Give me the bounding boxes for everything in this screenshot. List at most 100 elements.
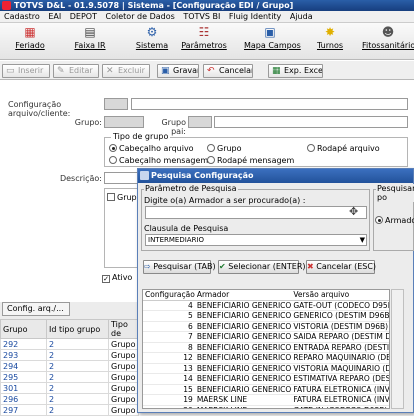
result-row[interactable]: 8 BENEFICIARIO GENERICO ENTRADA REPARO (DE… — [143, 342, 389, 353]
grupo-field[interactable] — [104, 116, 144, 128]
toolbar-faixa-ir-button[interactable]: ▤ Faixa IR — [64, 25, 116, 50]
cell-tipo: Grupo — [108, 404, 139, 416]
cell-tipo: Grupo — [108, 349, 139, 361]
cell-grupo: 292 — [0, 338, 47, 350]
menu-ajuda[interactable]: Ajuda — [290, 12, 313, 21]
main-toolbar: ▦ Feriado ▤ Faixa IR ⚙ Sistema ☷ Parâmet… — [0, 23, 414, 60]
grupo-pai-code-field[interactable] — [188, 116, 212, 128]
result-row[interactable]: 15 BENEFICIARIO GENERICO FATURA ELETRONICA… — [143, 384, 389, 395]
exp-excel-button[interactable]: ▦ Exp. Excel — [268, 64, 323, 78]
results-scrollbar[interactable] — [391, 289, 404, 409]
radio-armador[interactable]: Armador — [375, 216, 414, 225]
result-row[interactable]: 19MAERSK LINEFATURA ELETRONICA (INVOIC D — [143, 394, 389, 406]
search-by-group: Pesquisar po Armador — [373, 184, 414, 251]
menu-fluig-identity[interactable]: Fluig Identity — [229, 12, 281, 21]
menu-totvs-bi[interactable]: TOTVS BI — [183, 12, 220, 21]
map-icon: ▣ — [264, 25, 276, 39]
result-cell-armador: BENEFICIARIO GENERICO — [194, 384, 292, 395]
cell-grupo: 295 — [0, 371, 47, 383]
result-cell-armador: BENEFICIARIO GENERICO — [194, 300, 292, 311]
table-row[interactable]: 301 2 Grupo — [0, 382, 139, 394]
undo-icon: ↶ — [207, 66, 215, 76]
table-row[interactable]: 297 2 Grupo — [0, 404, 139, 416]
result-row[interactable]: 4 BENEFICIARIO GENERICO GATE-OUT (CODECO D… — [143, 300, 389, 311]
menu-coletor-de-dados[interactable]: Coletor de Dados — [106, 12, 175, 21]
window-title: TOTVS D&L - 01.9.5078 | Sistema - [Confi… — [14, 1, 294, 10]
excluir-button[interactable]: ✕ Excluir — [102, 64, 150, 78]
insert-icon: ▭ — [6, 66, 15, 76]
selecionar-button[interactable]: ✔ Selecionar (ENTER) — [218, 260, 306, 274]
result-cell-versao: ENTRADA REPARO (DESTIM D96B) — [291, 342, 389, 353]
result-row[interactable]: 14 BENEFICIARIO GENERICO ESTIMATIVA REPARO… — [143, 373, 389, 385]
column-header-grupo[interactable]: Grupo — [0, 319, 47, 339]
editar-button[interactable]: ✎ Editar — [53, 64, 99, 78]
cancelar-dialog-button[interactable]: ✖ Cancelar (ESC) — [306, 260, 376, 274]
window-title-bar: TOTVS D&L - 01.9.5078 | Sistema - [Confi… — [0, 0, 414, 11]
table-row[interactable]: 295 2 Grupo — [0, 371, 139, 383]
cell-grupo: 297 — [0, 404, 47, 416]
menu-cadastro[interactable]: Cadastro — [4, 12, 40, 21]
result-row[interactable]: 12 BENEFICIARIO GENERICO REPARO MAQUINARIO… — [143, 352, 389, 364]
column-header-configuracao[interactable]: Configuração — [143, 290, 195, 301]
pesquisar-button[interactable]: ⇨ Pesquisar (TAB) — [143, 260, 216, 274]
search-input[interactable] — [145, 206, 367, 219]
cancelar-button[interactable]: ↶ Cancelar — [203, 64, 253, 78]
toolbar-fitossanitario-button[interactable]: ☻ Fitossanitário — [362, 25, 414, 50]
radio-rodape-mensagem[interactable]: Rodapé mensagem — [207, 156, 294, 165]
result-row[interactable]: 20MAERSK LINEGATE-IN (CODECO D95B) — [143, 405, 389, 408]
toolbar-sistema-button[interactable]: ⚙ Sistema — [126, 25, 178, 50]
clause-select[interactable]: INTERMEDIARIO ▼ — [145, 234, 367, 246]
cell-tipo: Grupo — [108, 371, 139, 383]
radio-grupo[interactable]: Grupo — [207, 144, 242, 153]
toolbar-turnos-button[interactable]: ✸ Turnos — [304, 25, 356, 50]
inserir-button[interactable]: ▭ Inserir — [2, 64, 50, 78]
menu-depot[interactable]: DEPOT — [70, 12, 97, 21]
tipo-grupo-title: Tipo de grupo — [111, 132, 171, 141]
menu-eai[interactable]: EAI — [48, 12, 61, 21]
column-header-id-tipo-grupo[interactable]: Id tipo grupo — [46, 319, 109, 339]
table-row[interactable]: 296 2 Grupo — [0, 393, 139, 405]
grupo-pai-name-field[interactable] — [214, 116, 408, 128]
result-row[interactable]: 7 BENEFICIARIO GENERICO SAIDA REPARO (DEST… — [143, 331, 389, 343]
result-cell-configuracao: 12 — [143, 352, 195, 364]
cell-grupo: 296 — [0, 393, 47, 405]
ativo-checkbox[interactable]: ✓ Ativo — [102, 273, 132, 283]
column-header-tipo[interactable]: Tipo de — [108, 319, 139, 339]
results-table: Configuração Armador Versão arquivo 4 BEN… — [142, 289, 390, 409]
result-cell-armador: BENEFICIARIO GENERICO — [194, 331, 292, 343]
table-row[interactable]: 294 2 Grupo — [0, 360, 139, 372]
table-row[interactable]: 292 2 Grupo — [0, 338, 139, 350]
result-cell-versao: GENERICO (DESTIM D96B) — [291, 310, 389, 322]
dialog-title: Pesquisa Configuração — [151, 171, 254, 180]
table-row[interactable]: 293 2 Grupo — [0, 349, 139, 361]
column-header-versao-arquivo[interactable]: Versão arquivo — [291, 290, 389, 301]
result-cell-configuracao: 5 — [143, 310, 195, 322]
config-code-field[interactable] — [104, 98, 128, 110]
result-cell-armador: BENEFICIARIO GENERICO — [194, 363, 292, 374]
radio-cabecalho-arquivo[interactable]: Cabeçalho arquivo — [109, 144, 194, 153]
column-header-armador[interactable]: Armador — [194, 290, 292, 301]
result-row[interactable]: 6 BENEFICIARIO GENERICO VISTORIA (DESTIM D… — [143, 321, 389, 332]
toolbar-parametros-button[interactable]: ☷ Parâmetros — [178, 25, 230, 50]
result-row[interactable]: 5 BENEFICIARIO GENERICO GENERICO (DESTIM D… — [143, 310, 389, 322]
cell-tipo: Grupo — [108, 393, 139, 405]
config-name-field[interactable] — [131, 98, 408, 110]
radio-cabecalho-mensagem[interactable]: Cabeçalho mensagem — [109, 156, 208, 165]
descricao-label: Descrição: — [59, 174, 102, 183]
result-cell-armador: BENEFICIARIO GENERICO — [194, 342, 292, 353]
toolbar-mapa-campos-button[interactable]: ▣ Mapa Campos — [244, 25, 301, 50]
cell-tipo: Grupo — [108, 360, 139, 372]
search-icon: ⇨ — [144, 262, 151, 271]
radio-rodape-arquivo[interactable]: Rodapé arquivo — [307, 144, 380, 153]
result-cell-configuracao: 8 — [143, 342, 195, 353]
result-cell-configuracao: 14 — [143, 373, 195, 385]
toolbar-feriado-button[interactable]: ▦ Feriado — [4, 25, 56, 50]
grupo-options-group: Grupo c — [104, 188, 148, 268]
result-cell-configuracao: 7 — [143, 331, 195, 343]
tab-config-arquivo[interactable]: Config. arq./... — [2, 302, 70, 316]
gravar-button[interactable]: ▣ Gravar — [157, 64, 199, 78]
result-row[interactable]: 13 BENEFICIARIO GENERICO VISTORIA MAQUINAR… — [143, 363, 389, 374]
result-cell-versao: GATE-OUT (CODECO D95B) — [291, 300, 389, 311]
result-cell-armador: MAERSK LINE — [194, 405, 292, 408]
result-cell-armador: MAERSK LINE — [194, 394, 292, 406]
